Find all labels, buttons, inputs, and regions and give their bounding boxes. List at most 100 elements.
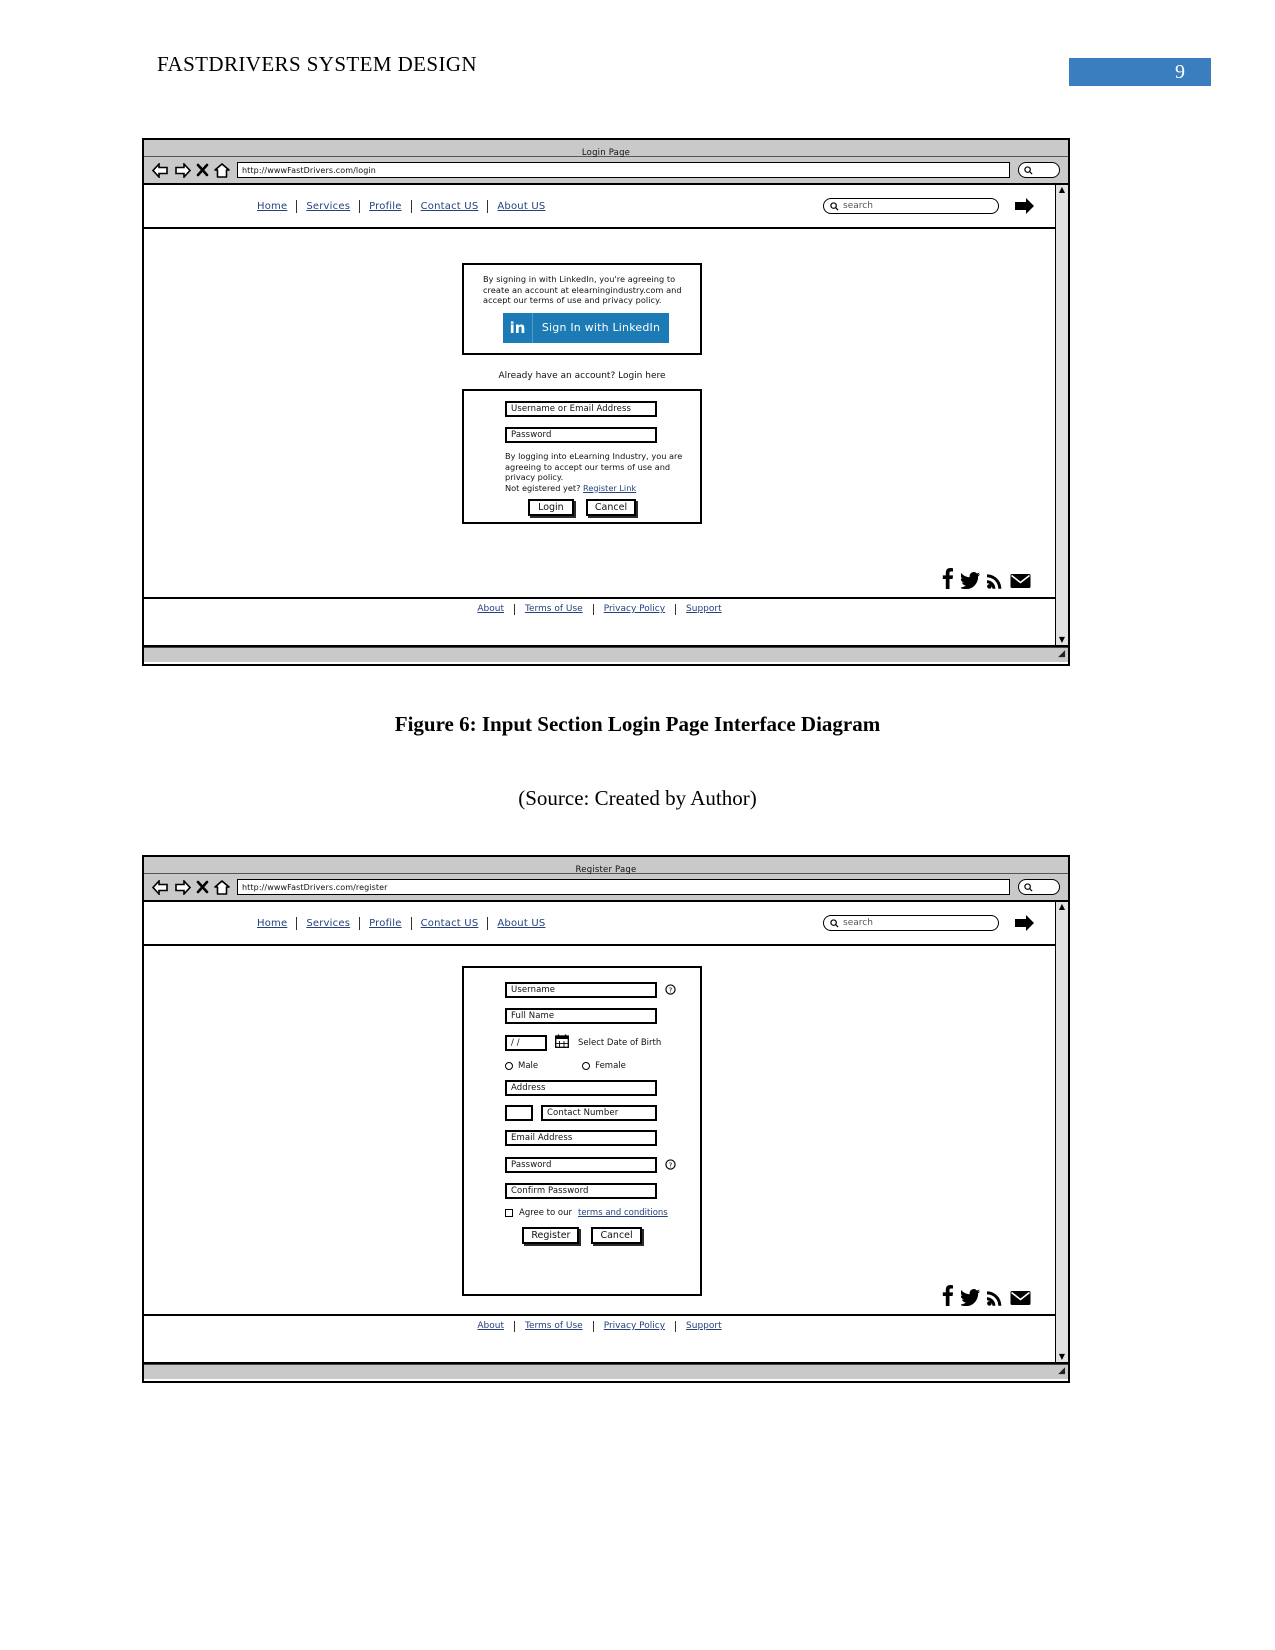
stop-icon[interactable] [196, 880, 209, 894]
login-arrow-icon[interactable] [1013, 912, 1037, 934]
site-search-input[interactable]: search [823, 915, 999, 931]
footer-link-about[interactable]: About [467, 604, 514, 614]
linkedin-terms-text: By signing in with LinkedIn, you're agre… [483, 274, 682, 305]
contact-row: Contact Number [505, 1105, 700, 1121]
cancel-button[interactable]: Cancel [585, 499, 637, 516]
password-placeholder: Password [511, 430, 552, 440]
scroll-down-icon[interactable]: ▼ [1059, 636, 1065, 644]
fullname-input[interactable]: Full Name [505, 1008, 657, 1024]
username-row: Username ? [505, 980, 700, 999]
rss-icon[interactable] [987, 572, 1003, 589]
figure-caption: Figure 6: Input Section Login Page Inter… [394, 712, 881, 736]
help-icon[interactable]: ? [665, 980, 676, 999]
nav-item-about-us[interactable]: About US [488, 201, 554, 212]
nav-item-profile[interactable]: Profile [360, 201, 411, 212]
twitter-icon[interactable] [961, 572, 980, 589]
browser-search-box[interactable] [1018, 879, 1060, 895]
browser-nav-icons [152, 162, 230, 178]
contact-number-input[interactable]: Contact Number [541, 1105, 657, 1121]
home-icon[interactable] [214, 162, 230, 178]
rss-icon[interactable] [987, 1289, 1003, 1306]
svg-text:?: ? [669, 1161, 673, 1169]
browser-status-bar: ◢ [144, 647, 1068, 662]
register-button[interactable]: Register [522, 1227, 580, 1244]
confirm-password-input[interactable]: Confirm Password [505, 1183, 657, 1199]
dob-value: / / [511, 1037, 520, 1048]
gender-row: Male Female [505, 1061, 700, 1071]
vertical-scrollbar[interactable]: ▲ ▼ [1055, 185, 1068, 645]
radio-icon [582, 1062, 591, 1070]
cancel-button[interactable]: Cancel [591, 1227, 642, 1244]
calendar-icon[interactable] [555, 1033, 569, 1052]
scroll-up-icon[interactable]: ▲ [1059, 186, 1065, 194]
nav-item-home[interactable]: Home [248, 201, 296, 212]
site-header: Home Services Profile Contact US About U… [144, 185, 1055, 229]
login-arrow-icon[interactable] [1013, 195, 1037, 217]
nav-item-services[interactable]: Services [297, 918, 359, 929]
nav-item-about-us[interactable]: About US [488, 918, 554, 929]
forward-icon[interactable] [174, 162, 191, 178]
username-input[interactable]: Username [505, 981, 657, 998]
nav-item-contact-us[interactable]: Contact US [412, 918, 488, 929]
browser-viewport: Home Services Profile Contact US About U… [144, 902, 1068, 1364]
login-button[interactable]: Login [527, 499, 574, 516]
email-icon[interactable] [1010, 1290, 1031, 1306]
username-input[interactable]: Username or Email Address [505, 401, 657, 417]
nav-item-services[interactable]: Services [297, 201, 359, 212]
password-input[interactable]: Password [505, 427, 657, 443]
footer-link-privacy-policy[interactable]: Privacy Policy [594, 1321, 675, 1331]
stop-icon[interactable] [196, 163, 209, 177]
login-main-content: By signing in with LinkedIn, you're agre… [144, 229, 1055, 597]
browser-search-box[interactable] [1018, 162, 1060, 178]
register-button-row: Register Cancel [464, 1227, 700, 1244]
login-form-panel: Username or Email Address Password By lo… [462, 389, 702, 524]
site-search-input[interactable]: search [823, 198, 999, 214]
scroll-up-icon[interactable]: ▲ [1059, 903, 1065, 911]
dob-input[interactable]: / / [505, 1034, 547, 1051]
footer-link-terms-of-use[interactable]: Terms of Use [515, 604, 593, 614]
back-icon[interactable] [152, 879, 169, 895]
facebook-icon[interactable] [941, 568, 954, 589]
email-placeholder: Email Address [511, 1133, 573, 1143]
register-link[interactable]: Register Link [583, 483, 636, 493]
main-navigation: Home Services Profile Contact US About U… [248, 199, 554, 213]
resize-grip-icon[interactable]: ◢ [1058, 650, 1065, 659]
email-icon[interactable] [1010, 573, 1031, 589]
page-title: FASTDRIVERS SYSTEM DESIGN [157, 52, 477, 76]
twitter-icon[interactable] [961, 1289, 980, 1306]
nav-item-profile[interactable]: Profile [360, 918, 411, 929]
url-input[interactable]: http://wwwFastDrivers.com/register [237, 879, 1010, 895]
footer-link-support[interactable]: Support [676, 604, 732, 614]
password-input[interactable]: Password [505, 1156, 657, 1173]
svg-text:?: ? [669, 986, 673, 994]
help-icon[interactable]: ? [665, 1155, 676, 1174]
back-icon[interactable] [152, 162, 169, 178]
url-input[interactable]: http://wwwFastDrivers.com/login [237, 162, 1010, 178]
vertical-scrollbar[interactable]: ▲ ▼ [1055, 902, 1068, 1362]
address-input[interactable]: Address [505, 1080, 657, 1096]
facebook-icon[interactable] [941, 1285, 954, 1306]
gender-female-label: Female [595, 1061, 626, 1071]
email-input[interactable]: Email Address [505, 1130, 657, 1146]
nav-item-home[interactable]: Home [248, 918, 296, 929]
footer-link-privacy-policy[interactable]: Privacy Policy [594, 604, 675, 614]
footer-link-terms-of-use[interactable]: Terms of Use [515, 1321, 593, 1331]
home-icon[interactable] [214, 879, 230, 895]
gender-male-option[interactable]: Male [505, 1061, 538, 1071]
nav-item-contact-us[interactable]: Contact US [412, 201, 488, 212]
gender-male-label: Male [518, 1061, 539, 1071]
gender-female-option[interactable]: Female [582, 1061, 626, 1071]
url-text: http://wwwFastDrivers.com/register [242, 882, 388, 892]
terms-and-conditions-link[interactable]: terms and conditions [578, 1208, 668, 1218]
country-code-input[interactable] [505, 1105, 533, 1121]
footer-link-support[interactable]: Support [676, 1321, 732, 1331]
agree-checkbox[interactable] [505, 1209, 513, 1217]
resize-grip-icon[interactable]: ◢ [1058, 1367, 1065, 1376]
footer-link-about[interactable]: About [467, 1321, 514, 1331]
scroll-down-icon[interactable]: ▼ [1059, 1353, 1065, 1361]
linkedin-signin-button[interactable]: in Sign In with LinkedIn [503, 312, 669, 343]
forward-icon[interactable] [174, 879, 191, 895]
site-search-placeholder: search [843, 918, 873, 928]
address-placeholder: Address [511, 1083, 546, 1093]
linkedin-signin-panel: By signing in with LinkedIn, you're agre… [462, 263, 702, 355]
